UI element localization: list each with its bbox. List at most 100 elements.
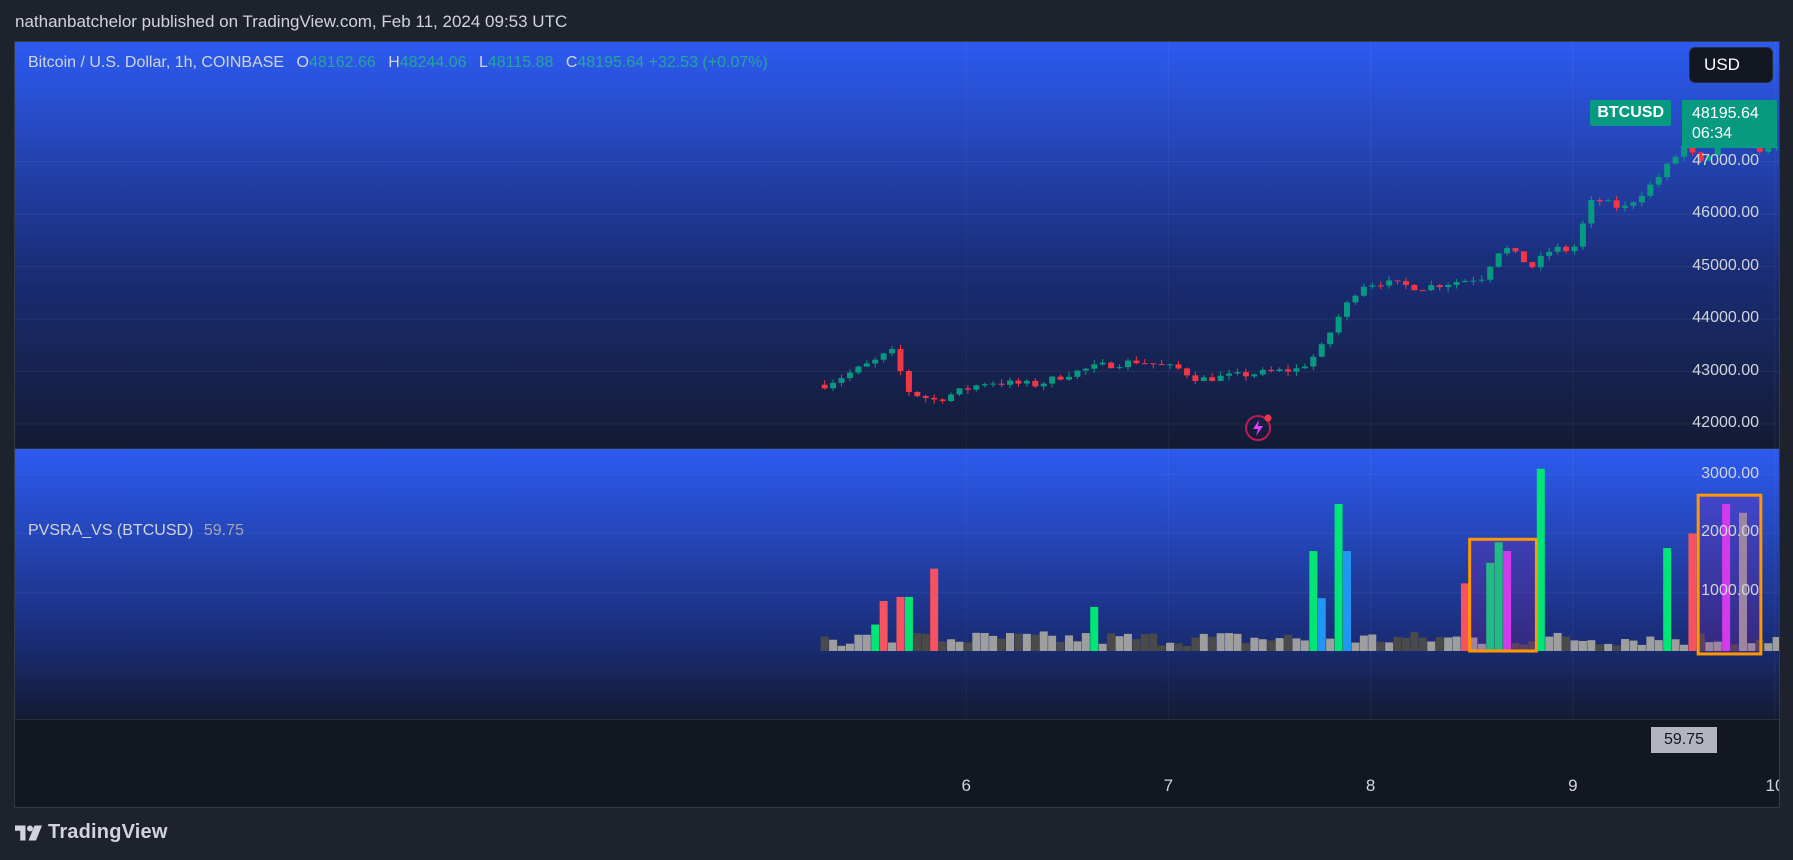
- candle-body: [1419, 290, 1426, 292]
- volume-indicator-value: 59.75: [203, 522, 244, 539]
- volume-bar: [1309, 551, 1318, 651]
- volume-bar: [1629, 640, 1638, 651]
- volume-bar: [1595, 644, 1604, 651]
- candle-body: [1150, 363, 1157, 365]
- volume-bar: [1578, 640, 1587, 651]
- price-pane-background: [15, 42, 1779, 448]
- candle-body: [1124, 360, 1131, 368]
- volume-bar: [1166, 642, 1175, 651]
- volume-bar: [1410, 631, 1419, 651]
- candle-body: [872, 359, 879, 364]
- candle-body: [1167, 364, 1174, 366]
- candle-body: [1512, 248, 1519, 252]
- low-value: 48115.88: [487, 54, 554, 71]
- candle-body: [1478, 279, 1485, 281]
- volume-bar: [1284, 634, 1293, 651]
- tradingview-logo-icon: [15, 825, 42, 840]
- volume-axis-label: 2000.00: [1701, 523, 1759, 541]
- candle-body: [1613, 200, 1620, 208]
- volume-bar: [921, 633, 930, 651]
- candle-body: [1234, 372, 1241, 374]
- candle-body: [1622, 205, 1629, 208]
- candle-body: [1007, 380, 1014, 385]
- volume-bar: [1225, 633, 1234, 651]
- highlight-rectangle[interactable]: [1468, 537, 1538, 653]
- volume-bar: [1435, 637, 1444, 651]
- candle-body: [1023, 380, 1030, 384]
- candle-body: [1183, 368, 1190, 376]
- volume-bar: [1048, 635, 1057, 651]
- last-price-tag: 48195.64 06:34: [1682, 100, 1777, 148]
- volume-bar: [1022, 633, 1031, 651]
- candle-body: [1461, 280, 1468, 283]
- candle-body: [1226, 373, 1233, 376]
- volume-bar: [1334, 504, 1343, 651]
- volume-bar: [1199, 633, 1208, 651]
- candle-body: [1554, 246, 1561, 252]
- volume-bar: [1680, 644, 1689, 651]
- currency-button[interactable]: USD: [1689, 47, 1773, 83]
- time-axis-label: 7: [1163, 776, 1174, 795]
- volume-bar: [879, 601, 888, 651]
- close-label: C: [565, 54, 578, 71]
- chart-frame[interactable]: Bitcoin / U.S. Dollar, 1h, COINBASE O481…: [14, 41, 1780, 808]
- candle-body: [1251, 374, 1258, 377]
- candle-body: [1402, 281, 1409, 285]
- volume-bar: [1140, 634, 1149, 651]
- open-value: 48162.66: [309, 54, 376, 71]
- candle-body: [1470, 280, 1477, 282]
- volume-bar: [1098, 643, 1107, 651]
- candle-body: [1630, 202, 1637, 206]
- candle-body: [1352, 295, 1359, 303]
- candle-body: [1082, 368, 1089, 371]
- volume-bar: [1536, 468, 1545, 651]
- volume-bar: [1208, 636, 1217, 651]
- lightning-icon[interactable]: [1243, 413, 1273, 443]
- volume-bar: [1216, 633, 1225, 651]
- volume-bar: [1460, 583, 1469, 651]
- volume-bar: [1326, 638, 1335, 651]
- volume-bar: [1182, 645, 1191, 651]
- symbol-title[interactable]: Bitcoin / U.S. Dollar, 1h, COINBASE: [28, 54, 284, 71]
- candle-body: [990, 383, 997, 385]
- candle-body: [1428, 285, 1435, 291]
- volume-bar: [980, 632, 989, 651]
- volume-bar: [1612, 645, 1621, 651]
- volume-bar: [1621, 639, 1630, 651]
- candle-body: [1487, 266, 1494, 280]
- volume-bar: [1233, 633, 1242, 651]
- tradingview-footer[interactable]: TradingView: [15, 821, 168, 844]
- price-axis-label: 46000.00: [1692, 204, 1759, 222]
- candle-body: [1369, 285, 1376, 287]
- volume-bar: [1300, 640, 1309, 651]
- volume-bar: [1056, 641, 1065, 651]
- volume-bar: [972, 632, 981, 651]
- volume-bar: [1545, 636, 1554, 651]
- candle-body: [1563, 246, 1570, 252]
- volume-bar: [1637, 644, 1646, 651]
- price-axis-label: 43000.00: [1692, 361, 1759, 379]
- volume-bar: [1292, 638, 1301, 651]
- chart-canvas[interactable]: [15, 42, 1779, 807]
- volume-bar: [1562, 636, 1571, 651]
- footer-brand: TradingView: [48, 821, 168, 843]
- candle-body: [1293, 368, 1300, 372]
- volume-bar: [1654, 640, 1663, 651]
- candle-body: [1386, 280, 1393, 286]
- candle-body: [1200, 377, 1207, 381]
- volume-bar: [871, 624, 880, 651]
- volume-bar: [1587, 640, 1596, 651]
- last-price: 48195.64: [1692, 105, 1759, 122]
- candle-body: [1377, 285, 1384, 287]
- candle-body: [1318, 344, 1325, 357]
- candle-body: [1596, 200, 1603, 202]
- volume-bar: [1646, 636, 1655, 651]
- candle-body: [897, 349, 904, 371]
- volume-bar: [1359, 635, 1368, 651]
- volume-indicator-name[interactable]: PVSRA_VS (BTCUSD): [28, 522, 193, 539]
- candle-body: [1192, 375, 1199, 381]
- candle-body: [1276, 369, 1283, 372]
- volume-bar: [1376, 641, 1385, 651]
- volume-bar: [1250, 637, 1259, 651]
- highlight-rectangle[interactable]: [1696, 493, 1763, 656]
